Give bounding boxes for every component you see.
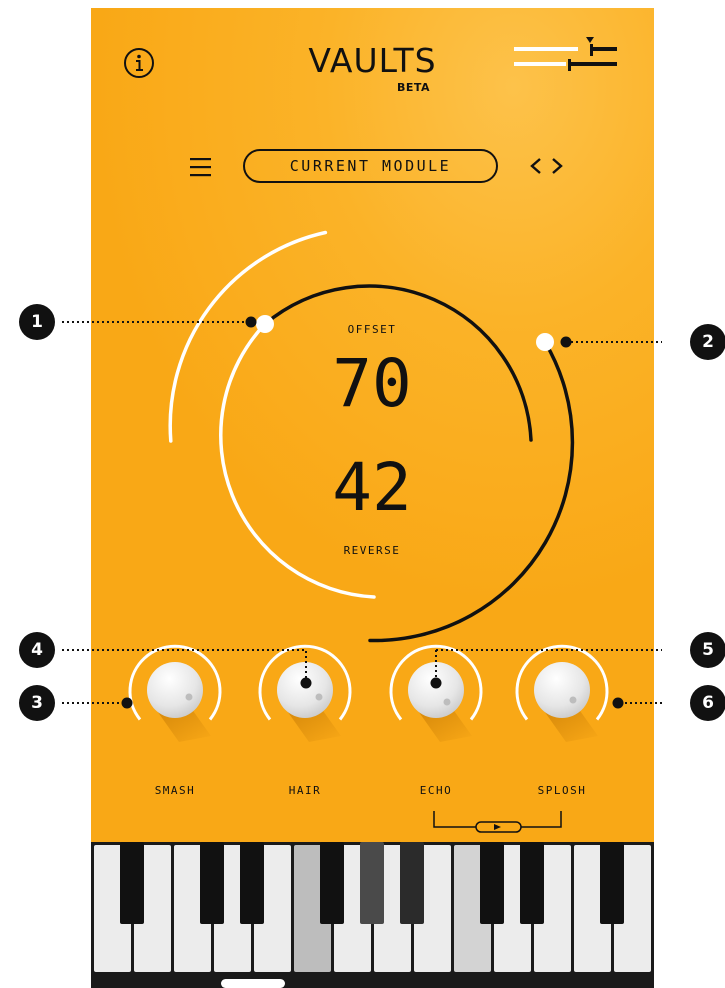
callout-1: 1 bbox=[19, 304, 55, 340]
callout-2: 2 bbox=[690, 324, 725, 360]
callout-3: 3 bbox=[19, 685, 55, 721]
callout-leaders bbox=[62, 316, 662, 709]
callout-5: 5 bbox=[690, 632, 725, 668]
callout-6: 6 bbox=[690, 685, 725, 721]
callout-4: 4 bbox=[19, 632, 55, 668]
